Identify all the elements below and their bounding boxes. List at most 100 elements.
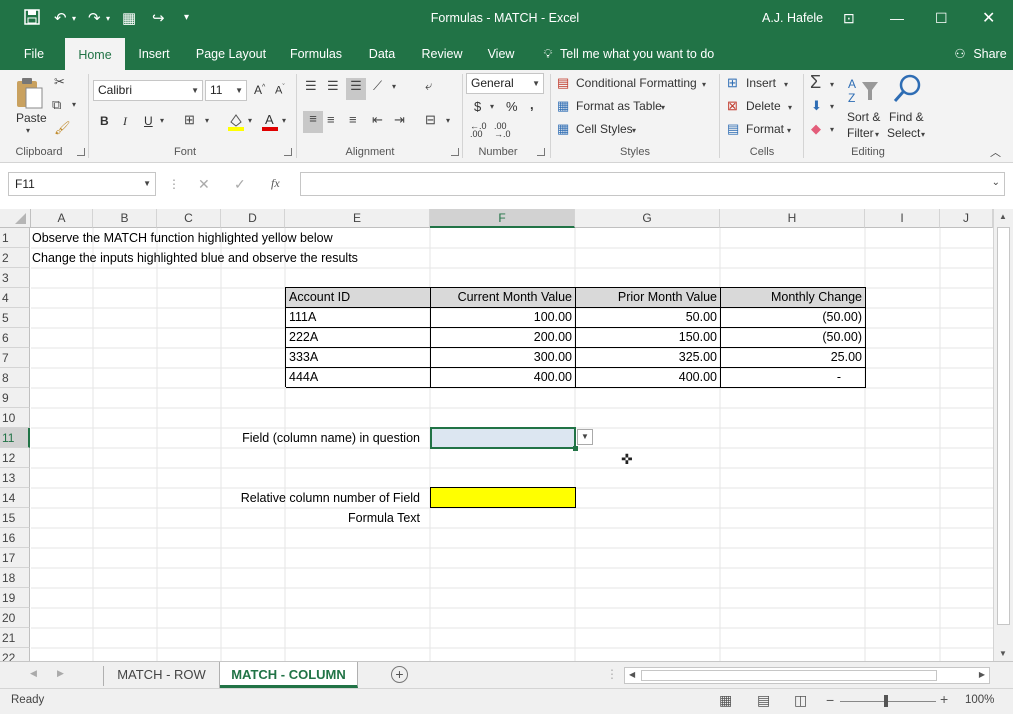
close-icon[interactable]: ✕: [982, 8, 995, 28]
cell-e14[interactable]: Relative column number of Field: [160, 488, 420, 508]
fill-dropdown-icon[interactable]: ▾: [248, 116, 252, 125]
font-launcher-icon[interactable]: [284, 148, 292, 156]
table-cell[interactable]: 444A: [286, 368, 431, 388]
row-header-14[interactable]: 14: [0, 488, 30, 508]
find-dropdown-icon[interactable]: ▾: [921, 130, 925, 139]
tab-file[interactable]: File: [14, 38, 54, 70]
orientation-icon[interactable]: ⟋: [373, 78, 382, 94]
column-header-d[interactable]: D: [221, 209, 285, 228]
table-cell[interactable]: (50.00): [721, 328, 866, 348]
table-cell[interactable]: 400.00: [431, 368, 576, 388]
minimize-icon[interactable]: —: [890, 10, 904, 26]
fill-handle[interactable]: [573, 446, 578, 451]
autosum-dropdown-icon[interactable]: ▾: [830, 80, 834, 89]
zoom-slider[interactable]: [840, 701, 936, 702]
row-header-7[interactable]: 7: [0, 348, 30, 368]
number-format-select[interactable]: General ▼: [466, 73, 544, 94]
table-cell[interactable]: 50.00: [576, 308, 721, 328]
cell-styles-button[interactable]: Cell Styles: [576, 122, 633, 136]
table-cell[interactable]: -: [721, 368, 866, 388]
fill-dropdown-icon[interactable]: ▾: [830, 102, 834, 111]
align-right-icon[interactable]: ≡: [349, 112, 357, 127]
conditional-dropdown-icon[interactable]: ▾: [702, 80, 706, 89]
table-header-current-month[interactable]: Current Month Value: [431, 288, 576, 308]
scroll-up-icon[interactable]: ▲: [999, 212, 1007, 221]
delete-cells-button[interactable]: Delete: [746, 99, 781, 113]
formula-input[interactable]: ⌄: [300, 172, 1005, 196]
paste-button[interactable]: Paste: [16, 111, 47, 125]
increase-font-icon[interactable]: A^: [254, 83, 265, 97]
row-header-9[interactable]: 9: [0, 388, 30, 408]
table-header-account-id[interactable]: Account ID: [286, 288, 431, 308]
font-color-icon[interactable]: A: [262, 112, 278, 132]
row-header-18[interactable]: 18: [0, 568, 30, 588]
vertical-scrollbar[interactable]: ▲ ▼: [993, 209, 1013, 661]
table-cell[interactable]: 333A: [286, 348, 431, 368]
row-header-10[interactable]: 10: [0, 408, 30, 428]
borders-icon[interactable]: ⊞: [184, 112, 195, 128]
scroll-sheets-left-icon[interactable]: ◀: [30, 668, 37, 679]
cell-e11[interactable]: Field (column name) in question: [160, 428, 420, 448]
alignment-launcher-icon[interactable]: [451, 148, 459, 156]
table-header-prior-month[interactable]: Prior Month Value: [576, 288, 721, 308]
zoom-level[interactable]: 100%: [965, 694, 994, 706]
collapse-ribbon-icon[interactable]: ︿: [990, 144, 1001, 160]
align-middle-icon[interactable]: ☰: [327, 78, 339, 94]
merge-dropdown-icon[interactable]: ▾: [446, 116, 450, 125]
scroll-right-icon[interactable]: ▶: [979, 670, 985, 679]
clear-dropdown-icon[interactable]: ▾: [830, 125, 834, 134]
field-input-cell-f11[interactable]: [430, 427, 576, 449]
cut-icon[interactable]: ✂: [54, 74, 65, 90]
percent-button[interactable]: %: [506, 99, 518, 114]
column-header-h[interactable]: H: [720, 209, 865, 228]
cell-e15[interactable]: Formula Text: [160, 508, 420, 528]
copy-dropdown-icon[interactable]: ▾: [72, 100, 76, 109]
tab-review[interactable]: Review: [415, 38, 469, 70]
row-header-4[interactable]: 4: [0, 288, 30, 308]
insert-cells-button[interactable]: Insert: [746, 76, 776, 90]
sheet-tab-match-row[interactable]: MATCH - ROW: [104, 662, 220, 688]
delete-cells-icon[interactable]: ⊠: [727, 98, 738, 114]
italic-button[interactable]: I: [123, 114, 127, 129]
select-label[interactable]: Select: [887, 126, 920, 140]
insert-dropdown-icon[interactable]: ▾: [784, 80, 788, 89]
font-name-select[interactable]: Calibri ▼: [93, 80, 203, 101]
increase-decimal-icon[interactable]: ←.0.00: [470, 122, 487, 139]
customize-qat-icon[interactable]: ▾: [184, 12, 189, 23]
underline-dropdown-icon[interactable]: ▾: [160, 116, 164, 125]
expand-formula-icon[interactable]: ⌄: [992, 177, 1000, 188]
table-cell[interactable]: 200.00: [431, 328, 576, 348]
tell-me-search[interactable]: Tell me what you want to do: [560, 38, 720, 70]
row-header-8[interactable]: 8: [0, 368, 30, 388]
select-all-corner[interactable]: [0, 209, 31, 228]
delete-dropdown-icon[interactable]: ▾: [788, 103, 792, 112]
h-scroll-thumb[interactable]: [641, 670, 937, 681]
format-cells-button[interactable]: Format: [746, 122, 784, 136]
tab-page-layout[interactable]: Page Layout: [190, 38, 272, 70]
autosum-icon[interactable]: Σ: [810, 72, 821, 93]
align-center-icon[interactable]: ≡: [327, 112, 335, 127]
column-header-b[interactable]: B: [93, 209, 157, 228]
column-header-a[interactable]: A: [31, 209, 93, 228]
row-header-2[interactable]: 2: [0, 248, 30, 268]
row-header-20[interactable]: 20: [0, 608, 30, 628]
column-header-c[interactable]: C: [157, 209, 221, 228]
currency-dropdown-icon[interactable]: ▾: [490, 102, 494, 111]
table-cell[interactable]: 300.00: [431, 348, 576, 368]
ribbon-display-icon[interactable]: ⊡: [843, 10, 855, 27]
page-break-view-icon[interactable]: ◫: [794, 692, 807, 709]
new-sheet-icon[interactable]: +: [391, 666, 408, 683]
cell-styles-icon[interactable]: ▦: [557, 121, 569, 137]
undo-icon[interactable]: ↶: [54, 9, 67, 27]
align-left-icon[interactable]: ≡: [303, 111, 323, 133]
undo-dropdown-icon[interactable]: ▾: [72, 14, 76, 23]
format-painter-icon[interactable]: 🖌︎: [54, 120, 71, 136]
table-cell[interactable]: (50.00): [721, 308, 866, 328]
row-header-17[interactable]: 17: [0, 548, 30, 568]
cell-styles-dropdown-icon[interactable]: ▾: [632, 126, 636, 135]
row-header-12[interactable]: 12: [0, 448, 30, 468]
clipboard-launcher-icon[interactable]: [77, 148, 85, 156]
conditional-formatting-button[interactable]: Conditional Formatting: [576, 76, 697, 90]
match-result-cell-f14[interactable]: [430, 487, 576, 508]
merge-center-icon[interactable]: ⊟: [425, 112, 436, 128]
